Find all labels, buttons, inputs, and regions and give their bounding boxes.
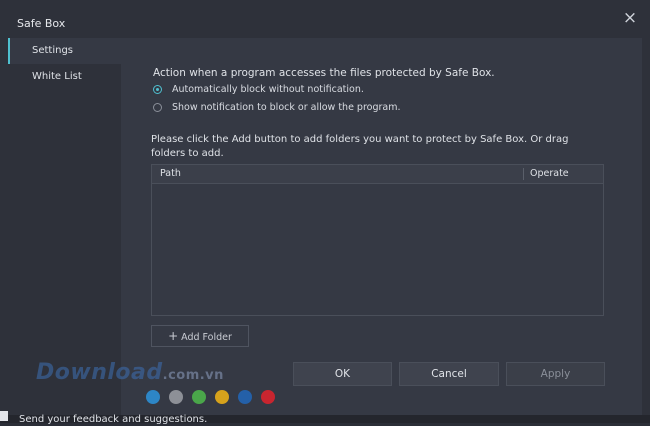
option-auto-block-label: Automatically block without notification… [172, 84, 364, 95]
feedback-link[interactable]: Send your feedback and suggestions. [19, 414, 207, 426]
color-dot [238, 390, 252, 404]
plus-icon: + [168, 329, 179, 343]
feedback-icon [0, 411, 8, 421]
title-bar: Safe Box × [0, 0, 650, 38]
column-header-path[interactable]: Path [160, 168, 181, 179]
color-dot [261, 390, 275, 404]
sidebar: Settings White List [8, 38, 121, 415]
radio-checked-icon[interactable] [153, 85, 162, 94]
safe-box-dialog: Safe Box × Settings White List Action wh… [0, 0, 650, 415]
color-dot [169, 390, 183, 404]
folders-instruction: Please click the Add button to add folde… [151, 134, 569, 159]
ok-button[interactable]: OK [293, 362, 392, 386]
sidebar-item-label: White List [32, 71, 82, 82]
option-show-notification[interactable]: Show notification to block or allow the … [153, 101, 453, 115]
action-heading: Action when a program accesses the files… [153, 67, 495, 79]
column-header-operate[interactable]: Operate [530, 168, 569, 179]
close-icon[interactable]: × [622, 10, 638, 27]
sidebar-item-label: Settings [32, 45, 74, 56]
watermark-logo: Download.com.vn [36, 360, 224, 385]
color-dots [146, 390, 276, 404]
radio-unchecked-icon[interactable] [153, 103, 162, 112]
sidebar-item-settings[interactable]: Settings [8, 38, 121, 64]
option-show-notification-label: Show notification to block or allow the … [172, 102, 401, 113]
color-dot [192, 390, 206, 404]
window-title: Safe Box [17, 17, 66, 30]
add-folder-label: Add Folder [181, 332, 232, 343]
color-dot [215, 390, 229, 404]
sidebar-item-white-list[interactable]: White List [8, 64, 121, 90]
color-dot [146, 390, 160, 404]
apply-button[interactable]: Apply [506, 362, 605, 386]
column-divider[interactable] [523, 168, 524, 180]
add-folder-button[interactable]: + Add Folder [151, 325, 249, 347]
protected-folders-table[interactable]: Path Operate [151, 164, 604, 316]
table-header: Path Operate [152, 165, 603, 184]
watermark-tld: .com.vn [162, 368, 224, 383]
watermark-brand: Download [36, 360, 163, 385]
option-auto-block[interactable]: Automatically block without notification… [153, 83, 413, 97]
cancel-button[interactable]: Cancel [399, 362, 499, 386]
